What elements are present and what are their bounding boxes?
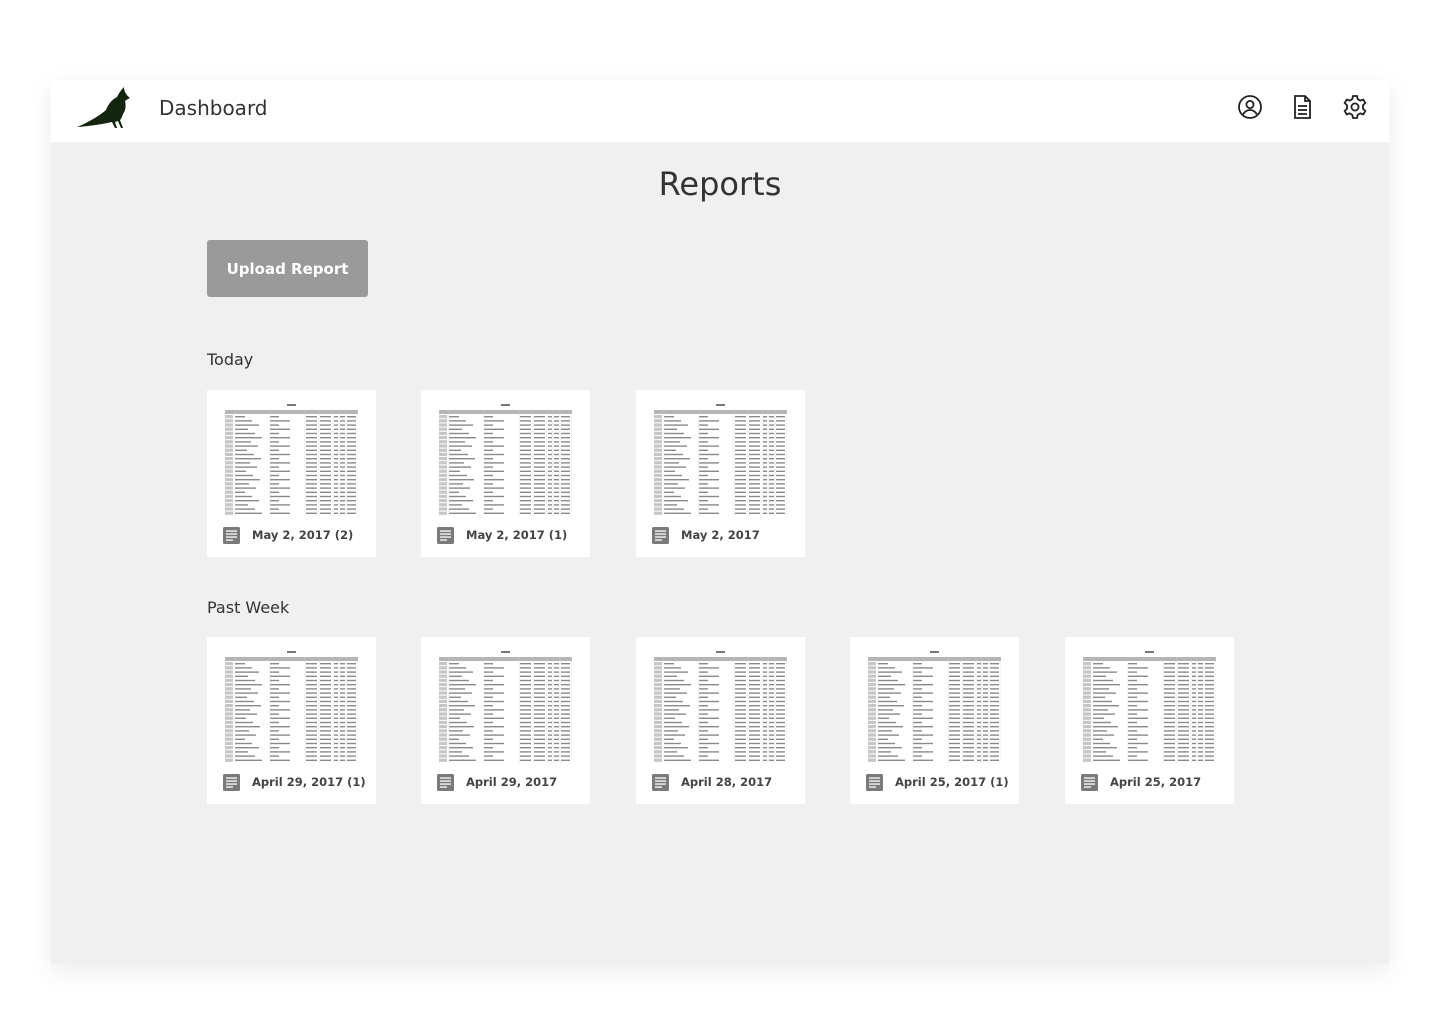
page-title: Reports [658, 165, 782, 203]
document-icon [223, 527, 240, 544]
report-thumbnail [1082, 650, 1217, 764]
spreadsheet-preview [438, 651, 573, 763]
spreadsheet-preview [438, 404, 573, 516]
report-name: April 25, 2017 [1110, 775, 1202, 789]
report-card[interactable]: April 29, 2017 [421, 637, 590, 804]
report-card[interactable]: April 28, 2017 [636, 637, 805, 804]
document-icon [223, 774, 240, 791]
report-row-today: May 2, 2017 (2) May 2, 2017 (1) May 2, 2… [207, 390, 1307, 558]
spreadsheet-preview [867, 651, 1002, 763]
document-icon [1081, 774, 1098, 791]
upload-report-button[interactable]: Upload Report [207, 240, 368, 297]
report-name: April 29, 2017 [466, 775, 558, 789]
bird-logo-icon[interactable] [75, 86, 135, 130]
report-thumbnail [653, 650, 788, 764]
report-card[interactable]: April 25, 2017 (1) [850, 637, 1019, 804]
report-name: April 29, 2017 (1) [252, 775, 366, 789]
report-thumbnail [438, 650, 573, 764]
report-card[interactable]: May 2, 2017 [636, 390, 805, 557]
document-icon[interactable] [1289, 94, 1315, 120]
profile-icon[interactable] [1237, 94, 1263, 120]
document-icon [437, 774, 454, 791]
report-name: April 28, 2017 [681, 775, 773, 789]
spreadsheet-preview [653, 651, 788, 763]
report-name: May 2, 2017 (1) [466, 528, 568, 542]
app-title: Dashboard [159, 96, 268, 120]
section-label-past-week: Past Week [207, 598, 290, 617]
report-thumbnail [438, 403, 573, 517]
document-icon [652, 774, 669, 791]
report-thumbnail [653, 403, 788, 517]
spreadsheet-preview [1082, 651, 1217, 763]
report-thumbnail [867, 650, 1002, 764]
report-card[interactable]: May 2, 2017 (1) [421, 390, 590, 557]
spreadsheet-preview [224, 651, 359, 763]
document-icon [652, 527, 669, 544]
report-card[interactable]: May 2, 2017 (2) [207, 390, 376, 557]
document-icon [866, 774, 883, 791]
section-label-today: Today [207, 350, 254, 369]
document-icon [437, 527, 454, 544]
report-thumbnail [224, 403, 359, 517]
spreadsheet-preview [653, 404, 788, 516]
app-window: Dashboard Reports Upload Report Today Ma… [51, 80, 1389, 964]
report-row-past-week: April 29, 2017 (1) April 29, 2017 April … [207, 637, 1307, 805]
report-thumbnail [224, 650, 359, 764]
report-name: May 2, 2017 [681, 528, 760, 542]
report-name: May 2, 2017 (2) [252, 528, 354, 542]
top-bar: Dashboard [51, 80, 1389, 142]
report-card[interactable]: April 29, 2017 (1) [207, 637, 376, 804]
report-name: April 25, 2017 (1) [895, 775, 1009, 789]
report-card[interactable]: April 25, 2017 [1065, 637, 1234, 804]
settings-icon[interactable] [1342, 94, 1368, 120]
spreadsheet-preview [224, 404, 359, 516]
